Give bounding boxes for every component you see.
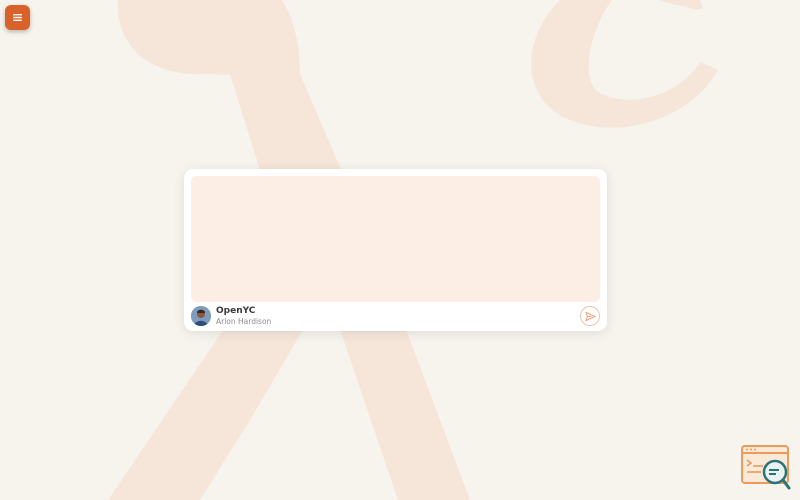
menu-button[interactable] [5, 5, 30, 30]
help-widget-button[interactable] [741, 445, 791, 490]
user-name: Arlon Hardison [216, 317, 272, 326]
composer-card: OpenYC Arlon Hardison [184, 169, 607, 331]
send-icon [584, 311, 596, 321]
composer-footer: OpenYC Arlon Hardison [191, 305, 600, 327]
app-name: OpenYC [216, 306, 256, 316]
identity-block: OpenYC Arlon Hardison [216, 306, 271, 327]
avatar [191, 306, 211, 326]
hamburger-menu-icon [13, 14, 22, 21]
send-button[interactable] [580, 306, 600, 326]
terminal-search-icon [741, 445, 791, 490]
app-stage: OpenYC Arlon Hardison [0, 0, 800, 500]
prompt-input[interactable] [191, 176, 600, 302]
user-avatar-icon [191, 306, 211, 326]
